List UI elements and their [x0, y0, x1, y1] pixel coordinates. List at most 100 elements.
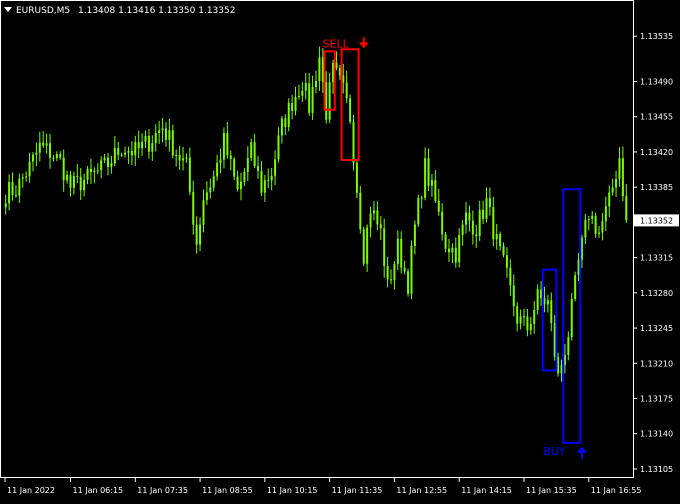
candle-body	[321, 57, 324, 82]
price-tick-label: 1.13175	[640, 395, 673, 404]
candle-body	[523, 316, 525, 318]
candle	[383, 218, 386, 278]
candle	[25, 171, 28, 182]
candle-body	[403, 267, 406, 272]
candle-body	[618, 158, 621, 180]
candle-body	[604, 206, 607, 222]
candle	[410, 240, 413, 300]
candle-body	[38, 142, 41, 153]
candle-body	[417, 197, 420, 225]
candle-body	[233, 159, 236, 177]
candle	[192, 180, 195, 235]
current-price-tag: 1.13352	[634, 214, 679, 227]
candle	[512, 274, 515, 317]
price-chart[interactable]: SELLBUY 1.135351.134901.134551.134201.13…	[0, 0, 680, 500]
candle-body	[291, 102, 294, 111]
candle	[580, 234, 583, 269]
candle	[509, 259, 512, 296]
candle-body	[407, 271, 410, 294]
candle-body	[171, 130, 174, 156]
candle	[615, 170, 618, 197]
candle	[403, 260, 406, 275]
buy-label: BUY	[543, 445, 566, 458]
candle-body	[137, 142, 140, 149]
candle-body	[151, 143, 154, 152]
candle	[202, 189, 205, 233]
plot-frame	[0, 0, 634, 478]
candle	[529, 316, 532, 335]
candle-body	[144, 136, 147, 142]
candle	[308, 72, 311, 116]
candle	[413, 220, 416, 255]
candle	[45, 133, 48, 154]
candle	[147, 129, 150, 159]
sell-arrow-icon	[358, 37, 369, 49]
candle-body	[18, 178, 21, 196]
candle-body	[117, 148, 120, 155]
time-tick-label: 11 Jan 07:35	[137, 486, 188, 495]
candle	[611, 178, 614, 196]
candle-body	[270, 175, 273, 181]
candle-body	[185, 157, 188, 159]
candle-body	[352, 121, 355, 163]
candle	[301, 81, 304, 102]
candle-body	[505, 255, 508, 268]
candle	[427, 148, 430, 191]
candle	[424, 147, 427, 201]
candle	[38, 131, 41, 162]
candle	[495, 224, 498, 250]
symbol-menu-icon[interactable]	[4, 7, 12, 12]
candle-body	[594, 215, 597, 234]
candle-body	[188, 157, 191, 192]
buy-arrow-icon	[576, 446, 587, 459]
candle	[11, 172, 14, 201]
candle	[134, 135, 137, 166]
candle-body	[536, 289, 539, 311]
time-tick-label: 11 Jan 14:15	[461, 486, 512, 495]
candle	[195, 216, 198, 254]
candle	[233, 156, 236, 180]
candle-body	[379, 224, 382, 229]
candle	[117, 141, 120, 161]
candle	[274, 150, 277, 186]
candle-body	[526, 316, 529, 331]
candle	[499, 231, 502, 251]
candle	[604, 196, 607, 232]
candle-body	[209, 187, 212, 193]
candle-body	[294, 96, 297, 111]
candle	[587, 215, 590, 231]
candle-body	[69, 174, 72, 188]
candle	[342, 64, 345, 94]
candle-body	[93, 170, 96, 172]
candle	[209, 178, 212, 199]
candle-body	[79, 176, 82, 191]
candle-body	[311, 86, 314, 113]
candle	[335, 51, 338, 71]
candle-body	[35, 152, 38, 155]
candle-body	[499, 234, 502, 247]
chart-window[interactable]: SELL BUY 1.13535 1.13490 1.13455 1.13420 1.13…	[0, 0, 680, 500]
candle	[553, 315, 556, 361]
candle-body	[260, 170, 263, 193]
candle-body	[598, 232, 601, 234]
candle-body	[533, 310, 536, 324]
candle-body	[427, 158, 430, 186]
candle	[621, 146, 624, 202]
candle	[362, 226, 365, 267]
price-tick-label: 1.13140	[640, 430, 673, 439]
candle-body	[147, 136, 150, 152]
candle	[390, 269, 393, 284]
candle-body	[59, 154, 62, 158]
candle-body	[192, 191, 195, 225]
candle	[465, 201, 468, 234]
candle	[355, 159, 358, 199]
candle-body	[4, 203, 7, 208]
candle	[311, 75, 314, 120]
candle-body	[560, 364, 563, 374]
candle-body	[447, 248, 450, 253]
candle	[471, 210, 474, 245]
candle-body	[120, 154, 123, 156]
candle-body	[243, 171, 246, 182]
candle-body	[25, 176, 28, 178]
candle-body	[366, 227, 369, 264]
